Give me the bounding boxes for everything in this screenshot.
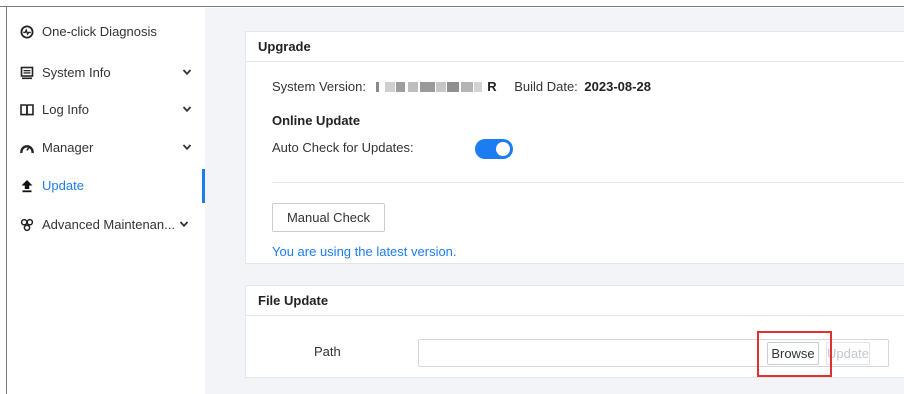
chevron-down-icon xyxy=(182,144,192,151)
path-label: Path xyxy=(314,344,341,359)
version-row: System Version: R Build Date: 2023-08-28 xyxy=(272,79,651,94)
chevron-down-icon xyxy=(179,221,189,228)
gauge-icon xyxy=(20,145,34,154)
chevron-down-icon xyxy=(182,69,192,76)
file-update-panel-title: File Update xyxy=(246,286,904,316)
divider xyxy=(272,182,904,183)
sidebar-item-label: Manager xyxy=(42,140,94,155)
auto-check-toggle[interactable] xyxy=(475,139,513,159)
browse-button[interactable]: Browse xyxy=(767,342,819,365)
main-content: Upgrade System Version: R Build Date: 20… xyxy=(205,8,904,394)
update-button[interactable]: Update xyxy=(826,342,870,365)
sidebar-item-one-click-diagnosis[interactable]: One-click Diagnosis xyxy=(8,15,205,49)
build-date-value: 2023-08-28 xyxy=(584,79,651,94)
sidebar-item-system-info[interactable]: System Info xyxy=(8,56,205,90)
online-update-title: Online Update xyxy=(272,113,361,128)
sidebar-item-label: Advanced Maintenan... xyxy=(42,217,175,232)
monitor-icon xyxy=(20,66,34,80)
diagnosis-icon xyxy=(20,25,34,39)
auto-check-label: Auto Check for Updates: xyxy=(272,140,414,155)
status-message: You are using the latest version. xyxy=(272,244,457,259)
toggle-knob xyxy=(496,142,510,156)
window-top-border xyxy=(0,0,904,7)
upload-arrow-icon xyxy=(21,180,33,193)
sidebar-item-label: One-click Diagnosis xyxy=(42,24,157,39)
redacted-version-value xyxy=(375,81,482,92)
system-version-suffix: R xyxy=(487,79,497,94)
sidebar: One-click Diagnosis System Info Log Info… xyxy=(8,8,205,394)
sidebar-item-manager[interactable]: Manager xyxy=(8,131,205,165)
sidebar-item-update[interactable]: Update xyxy=(8,169,205,203)
file-update-panel: File Update Path Browse Update xyxy=(245,285,904,378)
system-version-label: System Version: xyxy=(272,79,366,94)
chevron-down-icon xyxy=(182,106,192,113)
upgrade-panel-title: Upgrade xyxy=(246,32,904,62)
sidebar-item-label: System Info xyxy=(42,65,111,80)
manual-check-button[interactable]: Manual Check xyxy=(272,203,385,232)
window-left-border xyxy=(0,7,7,394)
tools-icon xyxy=(20,218,34,232)
upgrade-panel: Upgrade System Version: R Build Date: 20… xyxy=(245,31,904,264)
sidebar-item-label: Log Info xyxy=(42,102,89,117)
sidebar-item-advanced-maintenance[interactable]: Advanced Maintenan... xyxy=(8,208,205,242)
book-icon xyxy=(20,104,34,116)
sidebar-item-log-info[interactable]: Log Info xyxy=(8,93,205,127)
sidebar-item-label: Update xyxy=(42,178,84,193)
build-date-label: Build Date: xyxy=(514,79,578,94)
